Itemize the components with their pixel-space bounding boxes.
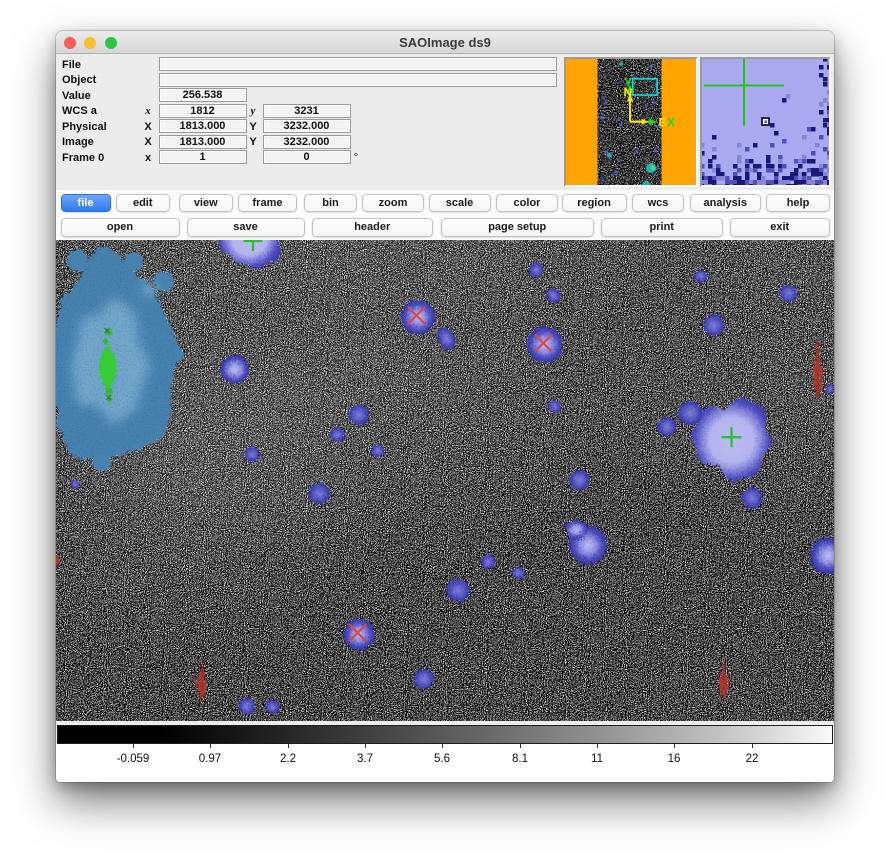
svg-text:Y: Y bbox=[624, 76, 632, 90]
svg-text:E: E bbox=[658, 116, 666, 130]
svg-text:X: X bbox=[667, 116, 675, 130]
